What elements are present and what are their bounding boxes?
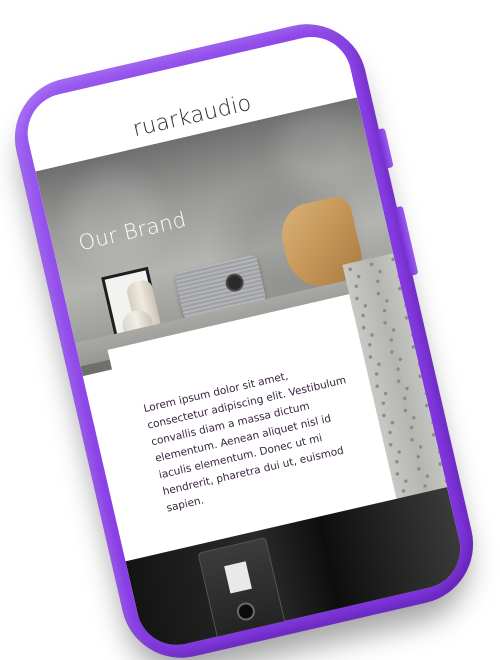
phone-screen: ruarkaudio Our Brand Lorem ipsum dolor s… xyxy=(19,29,469,653)
power-button xyxy=(376,127,394,169)
phone-mockup: ruarkaudio Our Brand Lorem ipsum dolor s… xyxy=(3,12,485,660)
volume-button xyxy=(394,205,419,276)
device-back-panel xyxy=(197,537,291,653)
speaker-knob xyxy=(226,274,244,292)
device-label xyxy=(224,561,252,594)
device-port xyxy=(237,603,255,620)
mockup-stage: ruarkaudio Our Brand Lorem ipsum dolor s… xyxy=(0,0,500,660)
body-text: Lorem ipsum dolor sit amet, consectetur … xyxy=(142,370,348,515)
